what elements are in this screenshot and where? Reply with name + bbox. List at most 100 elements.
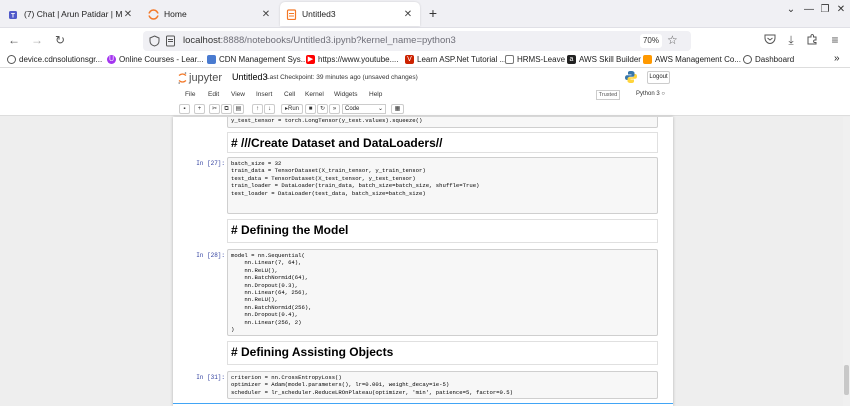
page-scrollbar[interactable] (843, 117, 850, 406)
minimize-icon[interactable]: — (803, 4, 815, 15)
url-host: localhost (183, 35, 221, 46)
tab-teams-chat[interactable]: T (7) Chat | Arun Patidar | Micros ✕ (2, 2, 140, 26)
menu-kernel[interactable]: Kernel (305, 91, 324, 98)
code-editor[interactable]: criterion = nn.CrossEntropyLoss() optimi… (227, 371, 658, 399)
markdown-rendered[interactable]: # Defining Assisting Objects (227, 341, 658, 365)
cell-type-select[interactable]: Code ⌄ (342, 104, 386, 114)
code-cell[interactable]: In [27]: batch_size = 32 train_data = Te… (173, 157, 673, 215)
code-line: model = nn.Sequential( (231, 252, 305, 259)
markdown-heading: # ///Create Dataset and DataLoaders// (231, 136, 443, 150)
jupyter-logo-icon (178, 72, 187, 84)
code-cell[interactable]: In [31]: criterion = nn.CrossEntropyLoss… (173, 371, 673, 401)
command-palette-icon[interactable]: ▦ (391, 104, 404, 114)
restart-icon[interactable]: ↻ (317, 104, 328, 114)
new-tab-button[interactable]: + (425, 5, 441, 21)
markdown-cell[interactable]: # Defining Assisting Objects (173, 341, 673, 366)
menu-widgets[interactable]: Widgets (334, 91, 357, 98)
code-editor[interactable]: model = nn.Sequential( nn.Linear(7, 64),… (227, 249, 658, 336)
menu-file[interactable]: File (185, 91, 195, 98)
tab-title: (7) Chat | Arun Patidar | Micros (24, 9, 122, 19)
tab-untitled3[interactable]: Untitled3 ✕ (280, 2, 420, 26)
browser-tab-bar: T (7) Chat | Arun Patidar | Micros ✕ Hom… (0, 0, 850, 28)
tab-title: Untitled3 (302, 9, 336, 19)
bookmarks-overflow-button[interactable]: » (834, 53, 840, 64)
close-tab-icon[interactable]: ✕ (122, 9, 134, 20)
bookmark-label: HRMS-Leave (517, 55, 566, 64)
bookmark-item[interactable]: CDN Management Sys... (207, 55, 307, 64)
close-tab-icon[interactable]: ✕ (402, 9, 414, 20)
bookmark-label: Learn ASP.Net Tutorial ... (417, 55, 507, 64)
page-info-icon[interactable] (165, 34, 176, 52)
tab-list-icon[interactable]: ⌄ (785, 4, 797, 15)
code-cell[interactable]: In [28]: model = nn.Sequential( nn.Linea… (173, 249, 673, 337)
code-line: ) (231, 326, 235, 334)
bookmark-item[interactable]: HRMS-Leave (505, 55, 565, 64)
copy-icon[interactable]: ⧉ (221, 104, 232, 114)
bookmark-item[interactable]: AWS Management Co... (643, 55, 741, 64)
aws-cube-icon (643, 55, 652, 64)
youtube-icon: ▶ (306, 55, 315, 64)
markdown-rendered[interactable]: # ///Create Dataset and DataLoaders// (227, 132, 658, 153)
back-icon[interactable]: ← (6, 33, 22, 47)
menu-cell[interactable]: Cell (284, 91, 295, 98)
logout-button[interactable]: Logout (647, 71, 670, 84)
interrupt-icon[interactable]: ■ (305, 104, 316, 114)
aws-icon: a (567, 55, 576, 64)
markdown-rendered[interactable]: # Defining the Model (227, 219, 658, 243)
python-logo-icon (624, 70, 638, 84)
run-button[interactable]: ▸Run (281, 104, 303, 114)
autosave-status: (unsaved changes) (362, 74, 418, 81)
notebook-title[interactable]: Untitled3 (232, 72, 268, 82)
bookmark-item[interactable]: V Learn ASP.Net Tutorial ... (405, 55, 506, 64)
menu-edit[interactable]: Edit (208, 91, 219, 98)
code-editor[interactable]: batch_size = 32 train_data = TensorDatas… (227, 157, 658, 214)
code-line: nn.ReLU(), (231, 266, 278, 274)
tab-home[interactable]: Home ✕ (142, 2, 278, 26)
save-icon[interactable]: ▪ (179, 104, 190, 114)
markdown-heading: # Defining Assisting Objects (231, 345, 394, 359)
bookmark-item[interactable]: U Online Courses - Lear... (107, 55, 203, 64)
cell-prompt: In [28]: (196, 252, 225, 259)
bookmark-item[interactable]: Dashboard (743, 55, 794, 64)
fast-forward-icon[interactable]: » (329, 104, 340, 114)
code-cell[interactable]: y_test_tensor = torch.LongTensor(y_test.… (173, 117, 673, 130)
bookmark-star-icon[interactable]: ☆ (667, 33, 678, 47)
markdown-cell[interactable]: # Defining the Model (173, 219, 673, 244)
cell-type-value: Code (345, 106, 360, 112)
address-bar[interactable]: localhost:8888/notebooks/Untitled3.ipynb… (143, 31, 691, 51)
forward-icon[interactable]: → (29, 33, 45, 47)
code-line: criterion = nn.CrossEntropyLoss() (231, 374, 342, 381)
scrollbar-thumb[interactable] (844, 365, 849, 395)
paste-icon[interactable]: ▤ (233, 104, 244, 114)
shield-icon[interactable] (149, 34, 160, 52)
markdown-heading: # Defining the Model (231, 223, 349, 237)
bookmark-label: https://www.youtube.... (318, 55, 399, 64)
app-menu-icon[interactable]: ≡ (827, 33, 843, 47)
bookmark-item[interactable]: ▶ https://www.youtube.... (306, 55, 398, 64)
maximize-icon[interactable]: ❐ (819, 4, 831, 15)
bookmark-label: Dashboard (755, 55, 795, 64)
close-tab-icon[interactable]: ✕ (260, 9, 272, 20)
extensions-icon[interactable] (804, 33, 820, 48)
menu-view[interactable]: View (231, 91, 245, 98)
insert-cell-icon[interactable]: + (194, 104, 205, 114)
markdown-cell[interactable]: # ///Create Dataset and DataLoaders// (173, 132, 673, 154)
chevron-down-icon: ⌄ (377, 106, 383, 112)
bookmark-item[interactable]: device.cdnsolutionsgr... (7, 55, 102, 64)
move-up-icon[interactable]: ↑ (252, 104, 263, 114)
cut-icon[interactable]: ✂ (209, 104, 220, 114)
trusted-badge[interactable]: Trusted (596, 90, 620, 100)
udemy-icon: U (107, 55, 116, 64)
bookmark-item[interactable]: a AWS Skill Builder (567, 55, 641, 64)
reload-icon[interactable]: ↻ (52, 33, 68, 47)
window-close-icon[interactable]: ✕ (835, 4, 847, 15)
jupyter-logo[interactable]: jupyter (178, 72, 222, 84)
zoom-level-badge[interactable]: 70% (640, 34, 662, 48)
downloads-icon[interactable]: ⤓ (783, 33, 799, 48)
code-editor[interactable]: y_test_tensor = torch.LongTensor(y_test.… (227, 117, 658, 128)
code-line: test_loader = DataLoader(test_data, batc… (231, 189, 426, 197)
pocket-icon[interactable] (762, 33, 778, 48)
move-down-icon[interactable]: ↓ (264, 104, 275, 114)
menu-insert[interactable]: Insert (256, 91, 272, 98)
menu-help[interactable]: Help (369, 91, 382, 98)
